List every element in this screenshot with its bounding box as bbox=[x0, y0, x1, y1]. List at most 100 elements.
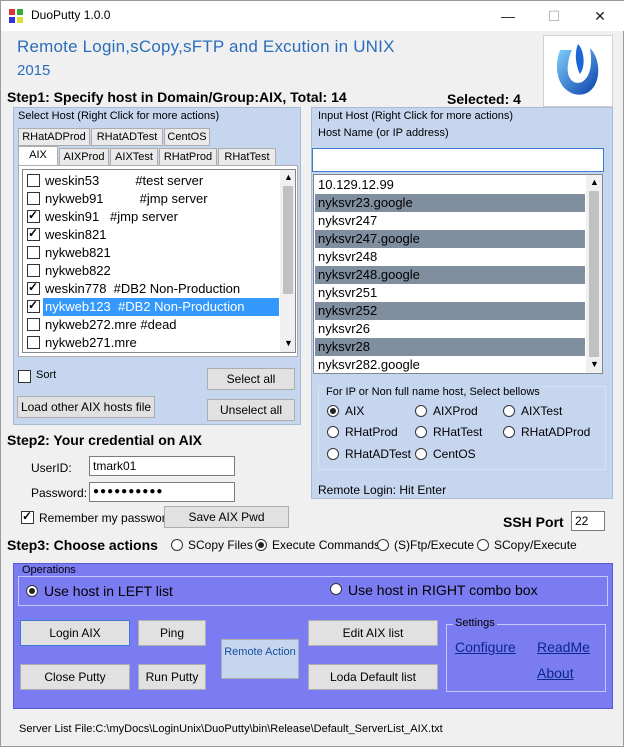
load-default-list-button[interactable]: Loda Default list bbox=[308, 664, 438, 690]
domain-radio[interactable] bbox=[415, 426, 427, 438]
tab-rhatprod[interactable]: RHatProd bbox=[159, 148, 217, 166]
use-right-radio[interactable] bbox=[330, 583, 342, 595]
combo-list-item[interactable]: nyksvr252 bbox=[315, 302, 585, 320]
domain-radio[interactable] bbox=[503, 405, 515, 417]
tab-aix[interactable]: AIX bbox=[18, 146, 58, 166]
close-button[interactable]: ✕ bbox=[577, 1, 623, 31]
app-year: 2015 bbox=[17, 62, 51, 79]
tab-aixprod[interactable]: AIXProd bbox=[59, 148, 109, 166]
domain-radio-label: CentOS bbox=[433, 447, 476, 461]
ssh-port-input[interactable]: 22 bbox=[571, 511, 605, 531]
host-list-item[interactable]: nykweb822 bbox=[43, 262, 111, 280]
close-putty-button[interactable]: Close Putty bbox=[20, 664, 130, 690]
host-list-item[interactable]: weskin778 #DB2 Non-Production bbox=[43, 280, 240, 298]
select-all-button[interactable]: Select all bbox=[207, 368, 295, 390]
tab-rhatadtest[interactable]: RHatADTest bbox=[91, 128, 163, 146]
action-radio-label: SCopy Files bbox=[188, 538, 253, 552]
combo-list-item[interactable]: 10.129.12.99 bbox=[315, 176, 585, 194]
host-list-item[interactable]: nykweb123 #DB2 Non-Production bbox=[43, 298, 279, 316]
readme-link[interactable]: ReadMe bbox=[537, 639, 590, 655]
combo-list-item[interactable]: nyksvr251 bbox=[315, 284, 585, 302]
domain-radio[interactable] bbox=[327, 448, 339, 460]
host-checkbox[interactable] bbox=[27, 174, 40, 187]
domain-radio[interactable] bbox=[415, 405, 427, 417]
host-list-item[interactable]: nykweb821 bbox=[43, 244, 111, 262]
domain-radio-label: AIX bbox=[345, 404, 365, 418]
host-checkbox[interactable] bbox=[27, 208, 40, 223]
host-checkbox[interactable] bbox=[27, 318, 40, 331]
combo-list-item[interactable]: nyksvr247.google bbox=[315, 230, 585, 248]
userid-input[interactable]: tmark01 bbox=[89, 456, 235, 476]
host-checkbox[interactable] bbox=[27, 298, 40, 313]
sort-checkbox[interactable] bbox=[18, 370, 31, 383]
ping-button[interactable]: Ping bbox=[138, 620, 206, 646]
tab-rhatadprod[interactable]: RHatADProd bbox=[18, 128, 90, 146]
tab-aixtest[interactable]: AIXTest bbox=[110, 148, 158, 166]
unselect-all-button[interactable]: Unselect all bbox=[207, 399, 295, 421]
host-name-label: Host Name (or IP address) bbox=[318, 127, 449, 139]
configure-link[interactable]: Configure bbox=[455, 639, 516, 655]
use-left-radio[interactable] bbox=[26, 585, 38, 597]
combo-scroll-down-icon[interactable]: ▼ bbox=[590, 359, 599, 369]
ssh-port-label: SSH Port bbox=[503, 514, 564, 530]
host-checkbox[interactable] bbox=[27, 280, 40, 295]
tab-centos[interactable]: CentOS bbox=[164, 128, 210, 146]
combo-list-item[interactable]: nyksvr247 bbox=[315, 212, 585, 230]
edit-list-button[interactable]: Edit AIX list bbox=[308, 620, 438, 646]
domain-radio-label: AIXTest bbox=[521, 404, 563, 418]
host-list-item[interactable]: nykweb271.mre bbox=[43, 334, 137, 352]
sort-label: Sort bbox=[36, 369, 57, 381]
save-pwd-button[interactable]: Save AIX Pwd bbox=[164, 506, 289, 528]
host-name-input[interactable] bbox=[312, 148, 604, 172]
host-list-item[interactable]: weskin91 #jmp server bbox=[43, 208, 178, 226]
combo-list-scrollbar[interactable]: ▲ ▼ bbox=[586, 175, 602, 373]
host-checkbox[interactable] bbox=[27, 336, 40, 349]
host-list-item[interactable]: weskin821 bbox=[43, 226, 106, 244]
action-radio[interactable] bbox=[255, 539, 267, 551]
host-checkbox[interactable] bbox=[27, 264, 40, 277]
action-radio[interactable] bbox=[171, 539, 183, 551]
load-other-hosts-button[interactable]: Load other AIX hosts file bbox=[17, 396, 155, 418]
domain-radio[interactable] bbox=[327, 405, 339, 417]
login-button[interactable]: Login AIX bbox=[20, 620, 130, 646]
action-radio[interactable] bbox=[377, 539, 389, 551]
scroll-up-icon[interactable]: ▲ bbox=[284, 172, 293, 182]
combo-list-item[interactable]: nyksvr26 bbox=[315, 320, 585, 338]
combo-list-item[interactable]: nyksvr28 bbox=[315, 338, 585, 356]
tab-rhattest[interactable]: RHatTest bbox=[218, 148, 276, 166]
run-putty-button[interactable]: Run Putty bbox=[138, 664, 206, 690]
host-list-item[interactable]: nykweb272.mre #dead bbox=[43, 316, 177, 334]
combo-list-item[interactable]: nyksvr248 bbox=[315, 248, 585, 266]
host-checkbox[interactable] bbox=[27, 246, 40, 259]
app-banner: Remote Login,sCopy,sFTP and Excution in … bbox=[17, 37, 395, 56]
combo-list-item[interactable]: nyksvr282.google bbox=[315, 356, 585, 373]
remember-password-checkbox[interactable] bbox=[21, 509, 34, 524]
host-list-scrollbar[interactable]: ▲ ▼ bbox=[280, 170, 295, 352]
remote-login-hint: Remote Login: Hit Enter bbox=[318, 483, 447, 497]
select-host-caption: Select Host (Right Click for more action… bbox=[18, 110, 220, 122]
aix-host-list[interactable]: weskin53 #test server nykweb91 #jmp serve… bbox=[22, 169, 296, 353]
domain-radio[interactable] bbox=[327, 426, 339, 438]
password-input[interactable]: ●●●●●●●●●● bbox=[89, 482, 235, 502]
domain-radio[interactable] bbox=[415, 448, 427, 460]
scroll-down-icon[interactable]: ▼ bbox=[284, 338, 293, 348]
combo-list-item[interactable]: nyksvr248.google bbox=[315, 266, 585, 284]
maximize-button[interactable]: ☐ bbox=[531, 1, 577, 31]
combo-list-item[interactable]: nyksvr23.google bbox=[315, 194, 585, 212]
host-combo-list[interactable]: 10.129.12.99 nyksvr23.google nyksvr247 nyks… bbox=[313, 174, 603, 374]
about-link[interactable]: About bbox=[537, 665, 574, 681]
operations-panel: Operations Use host in LEFT list Use hos… bbox=[13, 563, 613, 709]
use-right-label: Use host in RIGHT combo box bbox=[348, 582, 538, 598]
host-list-scroll-thumb[interactable] bbox=[283, 186, 293, 294]
remote-action-button[interactable]: Remote Action bbox=[221, 639, 299, 679]
combo-scroll-up-icon[interactable]: ▲ bbox=[590, 177, 599, 187]
host-checkbox[interactable] bbox=[27, 226, 40, 241]
domain-radio[interactable] bbox=[503, 426, 515, 438]
minimize-button[interactable]: — bbox=[485, 1, 531, 31]
host-list-item[interactable]: weskin53 #test server bbox=[43, 172, 203, 190]
combo-scroll-thumb[interactable] bbox=[589, 191, 599, 357]
host-checkbox[interactable] bbox=[27, 192, 40, 205]
host-list-item[interactable]: nykweb91 #jmp server bbox=[43, 190, 208, 208]
action-radio[interactable] bbox=[477, 539, 489, 551]
input-host-caption: Input Host (Right Click for more actions… bbox=[318, 110, 514, 122]
